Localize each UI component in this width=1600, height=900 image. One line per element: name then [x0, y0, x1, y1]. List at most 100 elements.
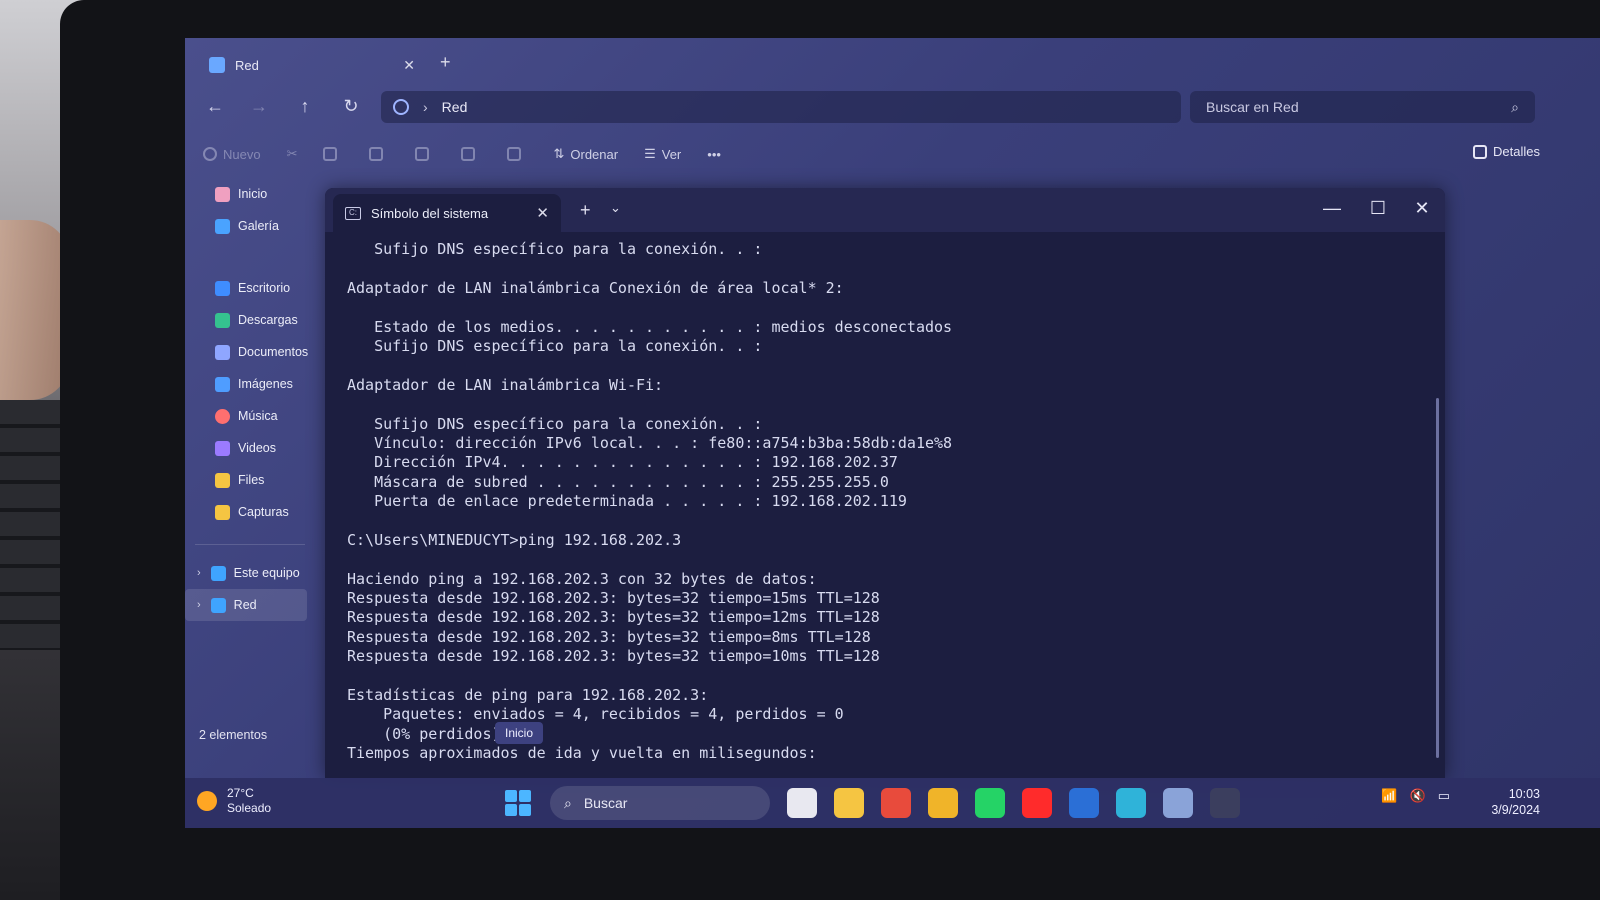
terminal-output[interactable]: Sufijo DNS específico para la conexión. …	[325, 232, 1445, 764]
delete-icon[interactable]	[507, 147, 527, 161]
sidebar-item-capturas[interactable]: Capturas	[185, 496, 315, 528]
sort-label: Ordenar	[570, 146, 619, 162]
terminal-line: Respuesta desde 192.168.202.3: bytes=32 …	[347, 627, 871, 646]
youtube-icon[interactable]	[1022, 788, 1052, 818]
sidebar-item-label: Capturas	[238, 505, 289, 519]
search-icon: ⌕	[564, 794, 572, 811]
chevron-right-icon[interactable]: ›	[197, 567, 201, 579]
settings-icon[interactable]	[1163, 788, 1193, 818]
keyboard	[0, 400, 60, 650]
close-icon[interactable]: ✕	[403, 57, 415, 74]
sidebar-item-label: Este equipo	[233, 566, 300, 580]
wifi-icon[interactable]: 📶	[1381, 788, 1397, 804]
sidebar-item-label: Red	[233, 598, 257, 612]
paste-shape	[369, 147, 384, 161]
sidebar-item-label: Imágenes	[238, 377, 293, 391]
chevron-right-icon[interactable]: ›	[197, 599, 201, 611]
computer-icon	[210, 565, 226, 581]
terminal-titlebar: C: Símbolo del sistema ✕ + ⌄ — ☐ ✕	[325, 188, 1445, 232]
terminal-line: Adaptador de LAN inalámbrica Wi-Fi:	[347, 375, 664, 394]
close-icon[interactable]: ✕	[536, 204, 549, 222]
terminal-line: Sufijo DNS específico para la conexión. …	[347, 240, 763, 258]
terminal-tab[interactable]: C: Símbolo del sistema ✕	[333, 194, 561, 232]
desktop-icon	[215, 280, 230, 296]
volume-muted-icon[interactable]: 🔇	[1410, 788, 1426, 804]
taskbar: 27°C Soleado ⌕ Buscar 📶 🔇 ▭ 10:03 3/9/20…	[185, 778, 1600, 828]
sidebar-item-galeria[interactable]: Galería	[185, 210, 315, 242]
weather-description: Soleado	[227, 801, 272, 815]
terminal-line: Puerta de enlace predeterminada . . . . …	[347, 492, 907, 511]
file-explorer-icon[interactable]	[834, 788, 864, 818]
terminal-line: Respuesta desde 192.168.202.3: bytes=32 …	[347, 589, 880, 608]
edge-icon[interactable]	[1116, 788, 1146, 818]
chrome-2-icon[interactable]	[928, 788, 958, 818]
sidebar-item-este-equipo[interactable]: › Este equipo	[185, 557, 315, 589]
more-options-icon[interactable]: •••	[707, 147, 721, 162]
sidebar-item-imagenes[interactable]: Imágenes	[185, 368, 315, 400]
address-bar[interactable]: › Red	[381, 91, 1181, 123]
up-icon[interactable]: ↑	[293, 96, 317, 117]
search-input[interactable]: Buscar en Red ⌕	[1190, 91, 1535, 123]
maximize-button[interactable]: ☐	[1363, 198, 1393, 219]
clock[interactable]: 10:03 3/9/2024	[1491, 786, 1540, 818]
clock-time: 10:03	[1508, 787, 1540, 801]
sidebar-item-files[interactable]: Files	[185, 464, 315, 496]
weather-widget[interactable]: 27°C Soleado	[197, 786, 271, 816]
scrollbar[interactable]	[1436, 398, 1439, 758]
cut-icon[interactable]: ✂	[287, 146, 298, 162]
view-button[interactable]: ☰ Ver	[644, 146, 681, 162]
system-tray: 📶 🔇 ▭	[1369, 788, 1450, 804]
new-tab-button[interactable]: +	[580, 200, 591, 221]
paste-icon[interactable]	[369, 147, 389, 161]
sort-button[interactable]: ⇅ Ordenar	[553, 146, 618, 162]
sidebar-item-videos[interactable]: Videos	[185, 432, 315, 464]
explorer-tab[interactable]: Red ✕	[197, 48, 427, 82]
sidebar-item-descargas[interactable]: Descargas	[185, 304, 315, 336]
forward-icon[interactable]: →	[247, 96, 271, 117]
sidebar-item-red[interactable]: › Red	[185, 589, 307, 621]
sidebar-item-label: Inicio	[238, 187, 268, 201]
new-tab-button[interactable]: +	[440, 52, 451, 73]
refresh-icon[interactable]: ↻	[339, 96, 363, 117]
terminal-line: Máscara de subred . . . . . . . . . . . …	[347, 472, 889, 491]
close-button[interactable]: ✕	[1407, 198, 1437, 219]
explorer-navbar: ← → ↑ ↻ › Red Buscar en Red ⌕	[185, 86, 1600, 130]
status-bar: 2 elementos	[185, 728, 267, 742]
sidebar-item-musica[interactable]: Música	[185, 400, 315, 432]
details-button[interactable]: Detalles	[1473, 144, 1540, 159]
copy-shape	[323, 147, 338, 161]
copy-icon[interactable]	[323, 147, 343, 161]
back-icon[interactable]: ←	[203, 96, 227, 117]
whatsapp-icon[interactable]	[975, 788, 1005, 818]
sidebar-item-escritorio[interactable]: Escritorio	[185, 272, 315, 304]
sidebar-item-label: Videos	[238, 441, 276, 455]
explorer-tab-title: Red	[235, 57, 259, 73]
rename-icon[interactable]	[415, 147, 435, 161]
sidebar-item-inicio[interactable]: Inicio	[185, 178, 315, 210]
start-button[interactable]	[505, 790, 531, 816]
terminal-icon[interactable]	[1210, 788, 1240, 818]
share-icon[interactable]	[461, 147, 481, 161]
minimize-button[interactable]: —	[1317, 198, 1347, 219]
sidebar-divider	[195, 544, 305, 545]
home-icon	[215, 186, 230, 202]
video-icon	[215, 440, 230, 456]
tooltip: Inicio	[495, 722, 544, 744]
chrome-icon[interactable]	[881, 788, 911, 818]
taskbar-search[interactable]: ⌕ Buscar	[550, 786, 770, 820]
chevron-down-icon[interactable]: ⌄	[610, 200, 621, 216]
terminal-line: Haciendo ping a 192.168.202.3 con 32 byt…	[347, 569, 817, 588]
search-icon: ⌕	[1511, 98, 1519, 115]
terminal-line: Sufijo DNS específico para la conexión. …	[347, 414, 763, 433]
new-button[interactable]: Nuevo	[203, 147, 261, 162]
sidebar-item-documentos[interactable]: Documentos	[185, 336, 315, 368]
task-view-icon[interactable]	[787, 788, 817, 818]
terminal-line: C:\Users\MINEDUCYT>ping 192.168.202.3	[347, 530, 682, 549]
word-icon[interactable]	[1069, 788, 1099, 818]
gallery-icon	[215, 218, 230, 234]
battery-icon[interactable]: ▭	[1438, 788, 1450, 804]
